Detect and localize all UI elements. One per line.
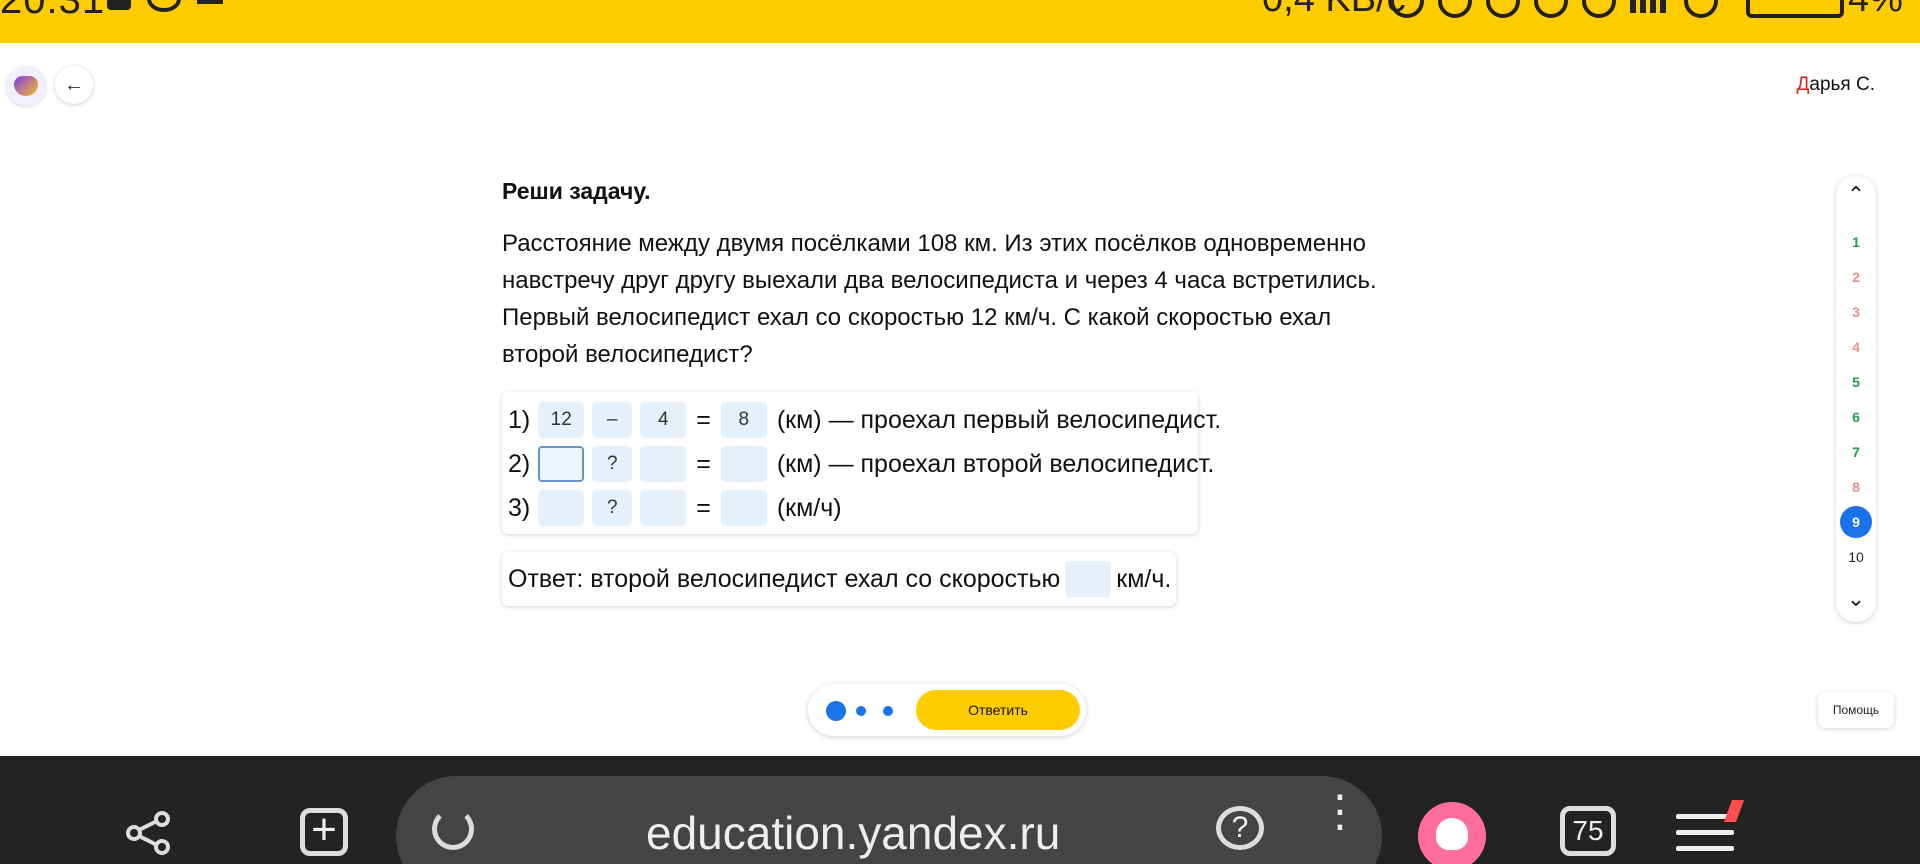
status-bar: 20:31 0,4 KB/c 4%: [0, 0, 1920, 43]
status-notification-icons: [12, 0, 223, 12]
chevron-down-icon[interactable]: ⌄: [1836, 586, 1876, 612]
step-2-operator[interactable]: ?: [592, 446, 633, 482]
back-button[interactable]: ←: [55, 66, 93, 104]
task-title: Реши задачу.: [502, 178, 651, 204]
arrow-left-icon: ←: [64, 73, 84, 96]
notification-icon: [107, 0, 131, 10]
answer-button[interactable]: Ответить: [916, 690, 1080, 730]
alarm-icon: [1534, 0, 1568, 18]
question-9-current[interactable]: 9: [1840, 506, 1872, 538]
answer-suffix: км/ч.: [1116, 564, 1172, 593]
task-block: Реши задачу. Расстояние между двумя посё…: [502, 178, 1402, 373]
question-7[interactable]: 7: [1836, 436, 1876, 468]
step-number: 2): [508, 449, 531, 478]
step-3-operator[interactable]: ?: [592, 490, 633, 526]
step-1-description: (км) — проехал первый велосипедист.: [776, 405, 1222, 434]
minus-icon: [197, 0, 223, 4]
solution-steps: 1) 12 – 4 = 8 (км) — проехал первый вело…: [502, 392, 1221, 534]
question-8[interactable]: 8: [1836, 471, 1876, 503]
attempt-dot-icon: [826, 701, 846, 721]
step-2-description: (км) — проехал второй велосипедист.: [776, 449, 1215, 478]
user-name[interactable]: Дарья С.: [1797, 74, 1875, 96]
answer-input[interactable]: [1065, 561, 1112, 597]
battery-icon: [1746, 0, 1844, 18]
bluetooth-icon: [1486, 0, 1520, 18]
location-icon: [1438, 0, 1472, 18]
step-number: 1): [508, 405, 531, 434]
data-saver-icon: [1390, 0, 1424, 18]
network-speed: 0,4 KB/c: [1262, 0, 1406, 21]
step-row-3: 3) ? = (км/ч): [508, 488, 842, 528]
step-number: 3): [508, 493, 531, 522]
answer-line: Ответ: второй велосипедист ехал со скоро…: [502, 552, 1176, 606]
tabs-counter[interactable]: 75: [1560, 806, 1616, 856]
step-3-operand-a[interactable]: [538, 490, 585, 526]
question-3[interactable]: 3: [1836, 296, 1876, 328]
step-3-description: (км/ч): [776, 493, 842, 522]
browser-toolbar: + education.yandex.ru ? ⋮ 75: [0, 756, 1920, 864]
assistant-icon[interactable]: ?: [1216, 806, 1264, 850]
alice-icon[interactable]: [1418, 802, 1486, 864]
task-text: Расстояние между двумя посёлками 108 км.…: [502, 230, 1377, 368]
step-2-result[interactable]: [720, 446, 767, 482]
user-name-rest: арья С.: [1809, 74, 1875, 95]
url-text[interactable]: education.yandex.ru: [646, 806, 1060, 860]
step-3-equals: =: [696, 493, 711, 522]
step-3-result[interactable]: [720, 490, 767, 526]
menu-icon[interactable]: [1676, 814, 1734, 854]
sync-icon: [147, 0, 181, 12]
help-button[interactable]: Помощь: [1818, 692, 1894, 728]
question-2[interactable]: 2: [1836, 261, 1876, 293]
wifi-icon: [1684, 0, 1718, 18]
step-1-operator[interactable]: –: [592, 402, 633, 438]
new-tab-icon[interactable]: +: [300, 808, 348, 856]
question-10[interactable]: 10: [1836, 541, 1876, 573]
status-system-icons: [1390, 0, 1718, 18]
attempt-dot-icon: [883, 706, 893, 716]
question-5[interactable]: 5: [1836, 366, 1876, 398]
attempts-bar: Ответить: [808, 684, 1086, 736]
battery-percent: 4%: [1848, 0, 1903, 21]
question-1[interactable]: 1: [1836, 226, 1876, 258]
step-2-operand-b[interactable]: [640, 446, 687, 482]
question-6[interactable]: 6: [1836, 401, 1876, 433]
step-1-equals: =: [696, 405, 711, 434]
step-1-operand-a[interactable]: 12: [538, 402, 585, 438]
more-options-icon[interactable]: ⋮: [1318, 790, 1362, 834]
signal-icon: [1630, 0, 1670, 13]
step-3-operand-b[interactable]: [640, 490, 687, 526]
focus-icon: [1582, 0, 1616, 18]
question-navigator: ⌃ 1 2 3 4 5 6 7 8 9 10 ⌄: [1836, 176, 1876, 622]
step-row-2: 2) ? = (км) — проехал второй велосипедис…: [508, 444, 1214, 484]
question-4[interactable]: 4: [1836, 331, 1876, 363]
chevron-up-icon[interactable]: ⌃: [1836, 182, 1876, 208]
step-2-equals: =: [696, 449, 711, 478]
share-icon[interactable]: [124, 809, 172, 857]
app-logo-icon[interactable]: [6, 66, 46, 106]
answer-prefix: Ответ: второй велосипедист ехал со скоро…: [508, 564, 1061, 593]
step-2-operand-a[interactable]: [538, 446, 585, 482]
attempt-dot-icon: [856, 706, 866, 716]
reload-icon[interactable]: [432, 808, 474, 850]
step-row-1: 1) 12 – 4 = 8 (км) — проехал первый вело…: [508, 400, 1221, 440]
step-1-operand-b[interactable]: 4: [640, 402, 687, 438]
step-1-result[interactable]: 8: [720, 402, 767, 438]
user-name-initial: Д: [1796, 74, 1810, 95]
